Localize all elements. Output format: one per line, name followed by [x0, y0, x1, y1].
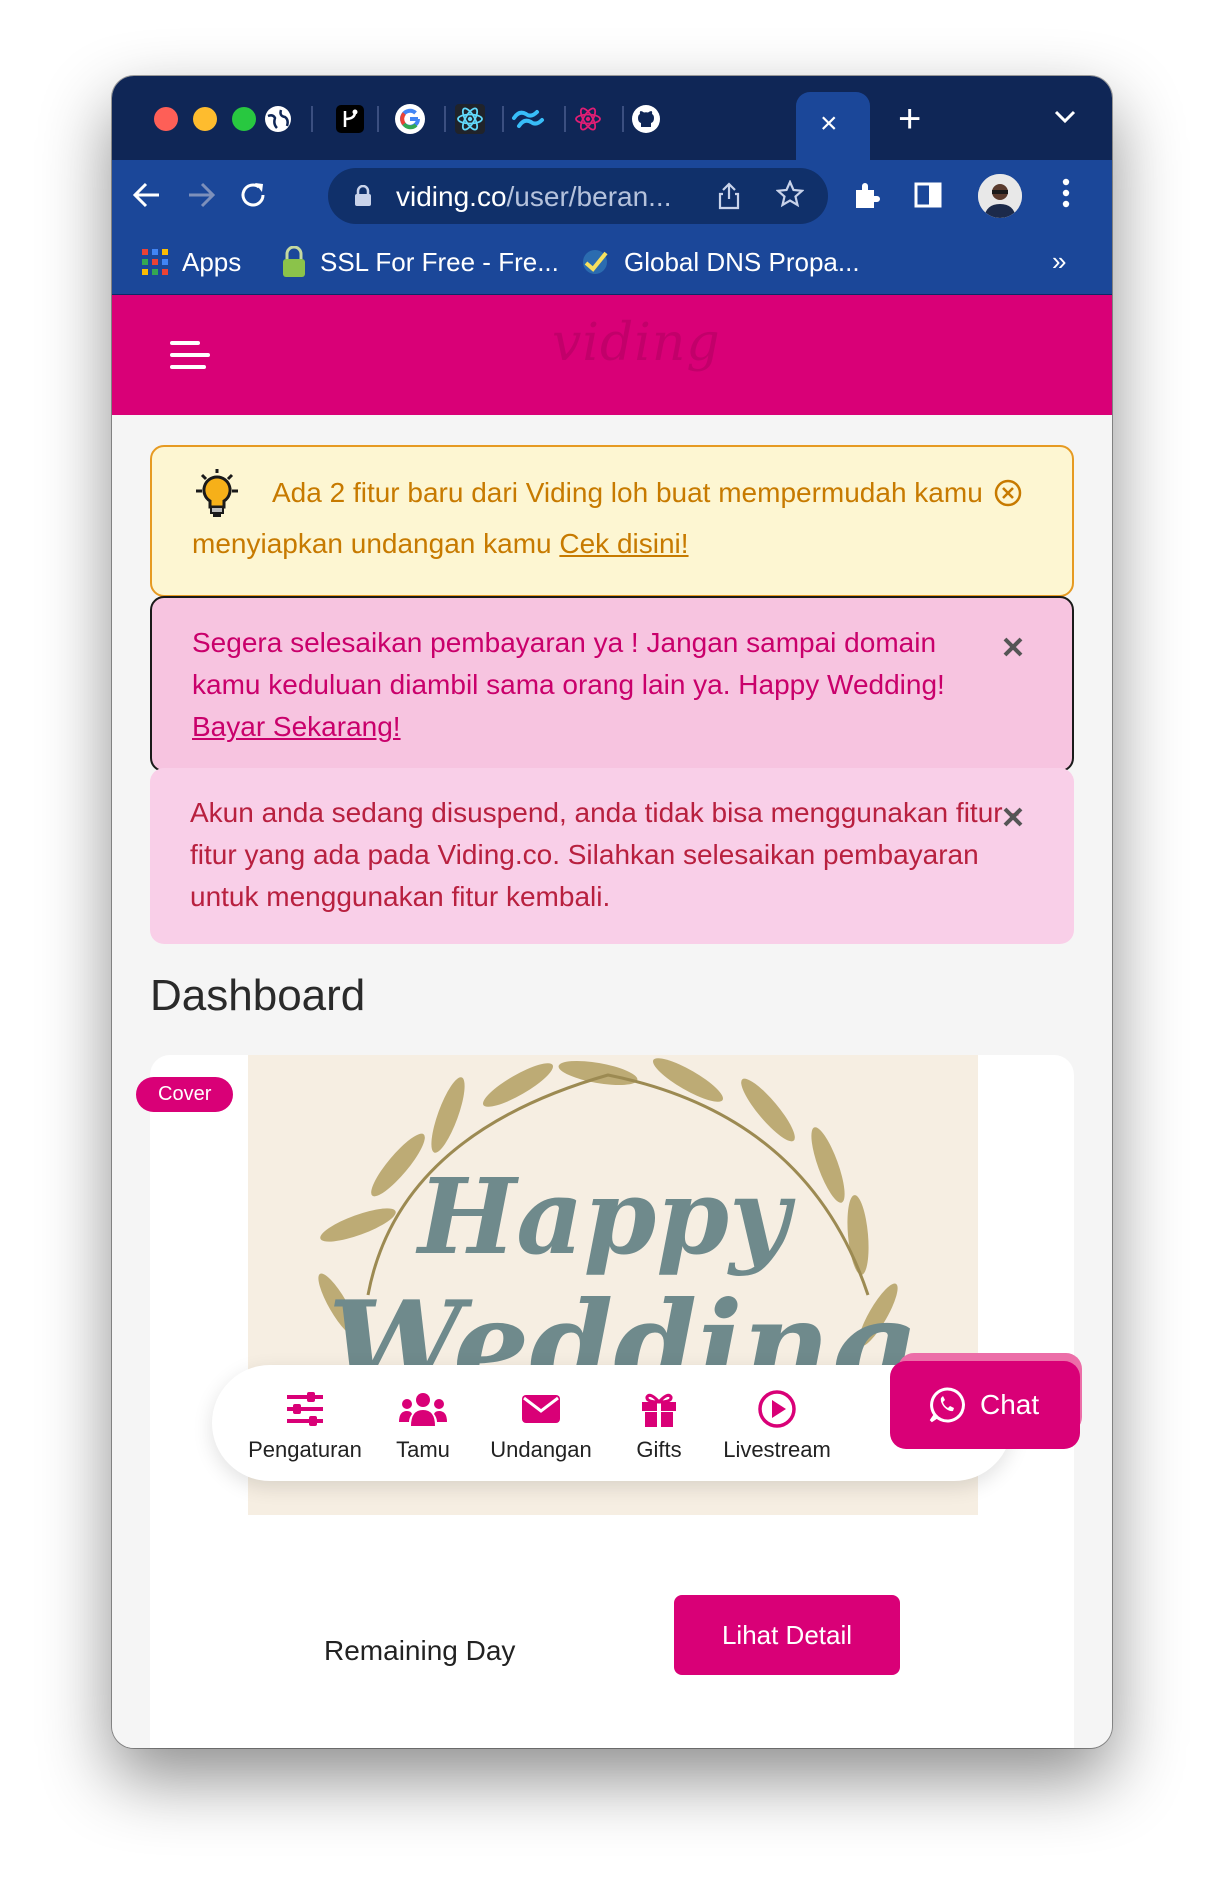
account-suspended-alert: Akun anda sedang disuspend, anda tidak b… — [150, 768, 1074, 944]
chevron-down-icon — [1054, 110, 1076, 124]
envelope-icon — [522, 1395, 560, 1423]
share-icon[interactable] — [718, 182, 740, 210]
profile-avatar[interactable] — [978, 174, 1022, 218]
apps-grid-icon — [142, 249, 168, 275]
lock-icon — [355, 185, 371, 206]
close-tab-icon[interactable]: × — [820, 109, 838, 139]
git-branch-icon — [336, 105, 364, 133]
sliders-icon — [287, 1392, 323, 1426]
bookmark-label: Apps — [182, 246, 242, 277]
remaining-day-label: Remaining Day — [324, 1635, 516, 1666]
url-host: viding.co — [396, 181, 507, 212]
tab-react-devtools[interactable] — [452, 101, 488, 137]
new-feature-alert: Ada 2 fitur baru dari Viding loh buat me… — [150, 445, 1074, 597]
users-icon — [399, 1393, 447, 1426]
browser-toolbar: viding.co/user/beran... — [112, 160, 1112, 230]
bookmark-label: Global DNS Propa... — [624, 246, 860, 277]
bookmarks-overflow-button[interactable]: » — [1052, 246, 1066, 277]
close-window-button[interactable] — [154, 107, 178, 131]
bayar-sekarang-link[interactable]: Bayar Sekarang! — [192, 711, 401, 742]
side-panel-icon[interactable] — [914, 182, 942, 208]
tab-globe[interactable] — [260, 101, 296, 137]
globe-icon — [265, 106, 291, 132]
alert-message: Akun anda sedang disuspend, anda tidak b… — [190, 797, 1020, 912]
tab-tailwind[interactable] — [510, 101, 546, 137]
address-bar[interactable]: viding.co/user/beran... — [328, 168, 828, 224]
maximize-window-button[interactable] — [232, 107, 256, 131]
tab-git[interactable] — [332, 101, 368, 137]
app-header: viding — [112, 295, 1112, 415]
profile-photo-icon — [978, 174, 1022, 218]
bookmark-star-icon[interactable] — [776, 180, 804, 208]
reload-icon — [241, 183, 265, 207]
tab-search-button[interactable] — [1054, 110, 1076, 129]
active-tab[interactable]: × — [796, 92, 870, 160]
dns-globe-icon — [580, 247, 610, 277]
close-circle-icon[interactable] — [994, 479, 1022, 507]
arrow-left-icon — [133, 182, 159, 208]
play-circle-icon — [758, 1390, 796, 1428]
cover-badge: Cover — [136, 1077, 234, 1112]
google-icon — [395, 104, 425, 134]
alert-text: Segera selesaikan pembayaran ya ! Jangan… — [192, 622, 952, 748]
tailwind-icon — [512, 110, 544, 128]
new-tab-button[interactable]: + — [898, 99, 921, 139]
tab-strip: × + — [112, 76, 1112, 160]
bookmark-ssl-for-free[interactable]: SSL For Free - Fre... — [282, 244, 559, 280]
tab-google[interactable] — [392, 101, 428, 137]
github-icon — [632, 105, 660, 133]
react-icon — [455, 104, 485, 134]
gift-icon — [642, 1393, 676, 1427]
react-pink-icon — [575, 107, 601, 131]
nav-label: Livestream — [723, 1437, 831, 1462]
web-page: viding Ada 2 fitur baru dari Viding loh … — [112, 295, 1112, 1748]
bookmark-global-dns[interactable]: Global DNS Propa... — [580, 244, 860, 280]
url-text[interactable]: viding.co/user/beran... — [396, 181, 672, 213]
browser-window: × + viding.co/user/beran... Apps SSL For… — [112, 76, 1112, 1748]
cover-happy-text: Happy — [418, 1155, 790, 1278]
reload-button[interactable] — [236, 178, 270, 212]
bookmark-label: SSL For Free - Fre... — [320, 246, 559, 277]
chat-label: Chat — [980, 1389, 1040, 1420]
back-button[interactable] — [130, 178, 164, 212]
kebab-menu-icon[interactable] — [1062, 178, 1070, 208]
arrow-right-icon — [189, 182, 215, 208]
payment-reminder-alert: Segera selesaikan pembayaran ya ! Jangan… — [150, 596, 1074, 772]
forward-button[interactable] — [184, 178, 218, 212]
url-path: /user/beran... — [506, 181, 672, 212]
close-icon[interactable] — [1002, 636, 1024, 658]
alert-message: Segera selesaikan pembayaran ya ! Jangan… — [192, 627, 945, 700]
hamburger-menu-icon[interactable] — [170, 341, 210, 371]
viding-logo: viding — [552, 313, 721, 373]
nav-livestream[interactable]: Livestream — [702, 1387, 852, 1463]
close-icon[interactable] — [1002, 806, 1024, 828]
whatsapp-icon — [929, 1387, 965, 1423]
lock-icon — [282, 246, 306, 278]
extensions-puzzle-icon[interactable] — [852, 180, 882, 210]
bookmarks-bar: Apps SSL For Free - Fre... Global DNS Pr… — [112, 230, 1112, 295]
alert-text: Ada 2 fitur baru dari Viding loh buat me… — [192, 467, 992, 569]
cek-disini-link[interactable]: Cek disini! — [559, 528, 688, 559]
lihat-detail-button[interactable]: Lihat Detail — [674, 1595, 900, 1675]
minimize-window-button[interactable] — [193, 107, 217, 131]
tab-react-pink[interactable] — [570, 101, 606, 137]
page-title: Dashboard — [150, 971, 366, 1020]
chat-button[interactable]: Chat — [890, 1353, 1082, 1449]
bookmark-apps[interactable]: Apps — [142, 244, 241, 280]
tab-github[interactable] — [628, 101, 664, 137]
